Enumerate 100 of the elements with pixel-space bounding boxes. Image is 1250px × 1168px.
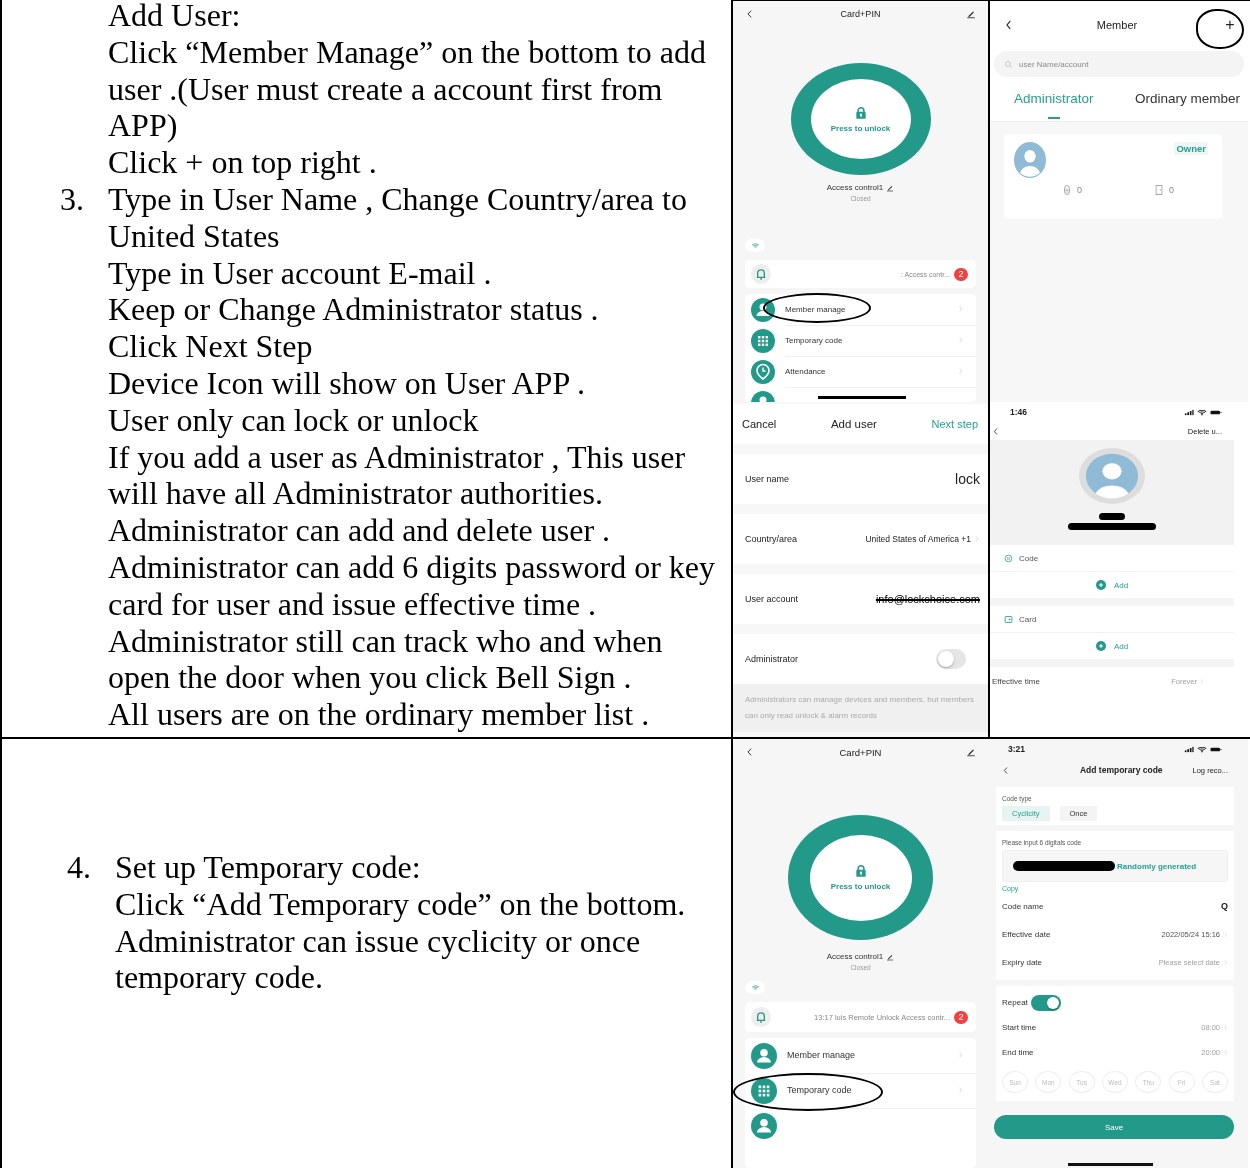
keypad-icon — [751, 328, 775, 353]
user-name-field[interactable]: lock — [955, 471, 980, 487]
screen-title: Add user — [830, 418, 877, 430]
chevron-right-icon — [1199, 677, 1204, 685]
menu-item-icon — [751, 1112, 777, 1139]
next-step-button[interactable]: Next step — [931, 418, 978, 430]
plus-icon — [1095, 641, 1106, 651]
add-button[interactable]: + — [1220, 15, 1240, 35]
edit-icon[interactable] — [886, 183, 895, 192]
keypad-icon — [751, 1077, 777, 1104]
unlock-button[interactable]: Press to unlock — [790, 63, 931, 175]
member-card[interactable]: Owner 0 0 — [1004, 134, 1222, 219]
chevron-right-icon — [957, 305, 964, 313]
menu-item[interactable]: Temporary code — [787, 1072, 976, 1109]
instruction-text: Administrator can issue cyclicity or once temporary code. — [115, 922, 642, 997]
chevron-right-icon — [974, 535, 980, 543]
avatar-icon — [1079, 448, 1145, 504]
search-field[interactable]: user Name/account — [994, 51, 1244, 77]
lock-icon — [853, 864, 868, 878]
tab[interactable]: Ordinary member — [1134, 91, 1240, 121]
avatar-icon — [1014, 142, 1046, 178]
country-selector[interactable]: United States of America +1 — [865, 534, 980, 544]
code-field[interactable]: Randomly generated — [1002, 850, 1228, 882]
search-icon — [1004, 59, 1013, 69]
randomly-generated-button[interactable]: Randomly generated — [1117, 861, 1197, 871]
bell-icon — [751, 264, 771, 284]
add-button[interactable]: Add — [990, 633, 1234, 659]
card-icon — [1154, 184, 1164, 196]
menu-item[interactable]: Attendance — [785, 355, 976, 388]
administrator-toggle[interactable] — [936, 649, 966, 669]
instruction-text: Administrator can add and delete user . — [108, 512, 612, 549]
instruction-text: Click + on top right . — [108, 144, 378, 181]
code-icon — [1004, 553, 1013, 563]
wifi-icon — [1197, 408, 1207, 416]
person-icon — [751, 1042, 777, 1069]
instruction-text: User only can lock or unlock — [108, 401, 480, 439]
section-label: Card — [1019, 614, 1037, 624]
field-label: Country/area — [745, 534, 798, 544]
menu-item[interactable]: Member manage — [787, 1037, 976, 1074]
setting-label: Repeat — [1002, 998, 1028, 1007]
edit-icon[interactable] — [966, 9, 976, 19]
card-count: 0 — [1169, 185, 1175, 195]
instruction-text: Click “Member Manage” on the bottom to add user .(User must create a account first from APP) — [108, 33, 708, 145]
instruction-text: Add User: — [108, 0, 242, 34]
repeat-toggle[interactable] — [1030, 994, 1061, 1011]
instruction-text: Set up Temporary code: — [115, 849, 421, 886]
clock-icon — [751, 359, 775, 384]
edit-icon[interactable] — [886, 952, 895, 961]
count-badge: 2 — [954, 1010, 968, 1024]
instruction-text: Click “Add Temporary code” on the bottom. — [115, 885, 687, 923]
device-name: Access control1 — [826, 952, 884, 961]
bell-icon — [751, 1007, 771, 1027]
code-count: 0 — [1077, 185, 1082, 195]
screen-title: Member — [1096, 19, 1138, 31]
section-label: Code — [1019, 553, 1039, 563]
cancel-button[interactable]: Cancel — [742, 418, 777, 430]
screen-title: Card+PIN — [840, 9, 881, 19]
add-button[interactable]: Add — [990, 572, 1234, 598]
wifi-icon — [750, 242, 760, 249]
clock-time: 3:21 — [1008, 744, 1025, 754]
signal-icon — [1184, 745, 1194, 753]
tab[interactable]: Administrator — [1014, 91, 1094, 121]
clock-time: 1:46 — [1010, 407, 1027, 417]
instruction-text: Administrator still can track who and when open the door when you click Bell Sign . — [108, 622, 664, 697]
screen-title: Card+PIN — [839, 746, 882, 758]
menu-item[interactable]: Member manage — [785, 293, 976, 326]
device-name: Access control1 — [826, 183, 884, 192]
person-icon — [751, 297, 775, 322]
code-icon — [1062, 184, 1072, 196]
instruction-text: Type in User Name , Change Country/area to United States — [108, 181, 688, 255]
chevron-right-icon — [957, 367, 964, 375]
lock-icon — [853, 105, 868, 120]
instruction-text: Click Next Step — [108, 328, 314, 365]
list-number: 4. — [67, 849, 92, 886]
instruction-text: Keep or Change Administrator status . — [108, 291, 600, 329]
chevron-right-icon — [957, 1086, 964, 1094]
battery-icon — [1210, 745, 1222, 753]
back-icon[interactable] — [1004, 19, 1014, 31]
wifi-icon — [1197, 745, 1207, 753]
save-button[interactable]: Save — [994, 1115, 1234, 1139]
instruction-text: If you add a user as Administrator , This user will have all Administrator authorities. — [108, 438, 687, 513]
instruction-text: Administrator can add 6 digits password or key card for user and issue effective time . — [108, 548, 716, 623]
edit-icon[interactable] — [966, 747, 976, 757]
signal-icon — [1184, 408, 1194, 416]
list-number: 3. — [60, 181, 85, 219]
field-label: User name — [745, 474, 789, 484]
user-account-field[interactable]: info@lockchoice.com — [875, 593, 980, 605]
wifi-icon — [750, 984, 760, 991]
field-label: User account — [745, 594, 799, 604]
field-label: Administrator — [745, 654, 798, 664]
plus-icon — [1095, 580, 1106, 590]
setting-row[interactable]: Code name Q — [1002, 892, 1228, 920]
screen-title: Add temporary code — [1079, 765, 1163, 775]
menu-item[interactable]: Temporary code — [785, 324, 976, 357]
unlock-button[interactable]: Press to unlock — [788, 815, 933, 940]
chevron-right-icon — [957, 336, 964, 344]
role-badge: Owner — [1174, 142, 1208, 155]
instruction-text: All users are on the ordinary member list . — [108, 696, 651, 733]
instruction-text: Device Icon will show on User APP . — [108, 364, 586, 402]
card-icon — [1004, 614, 1013, 624]
